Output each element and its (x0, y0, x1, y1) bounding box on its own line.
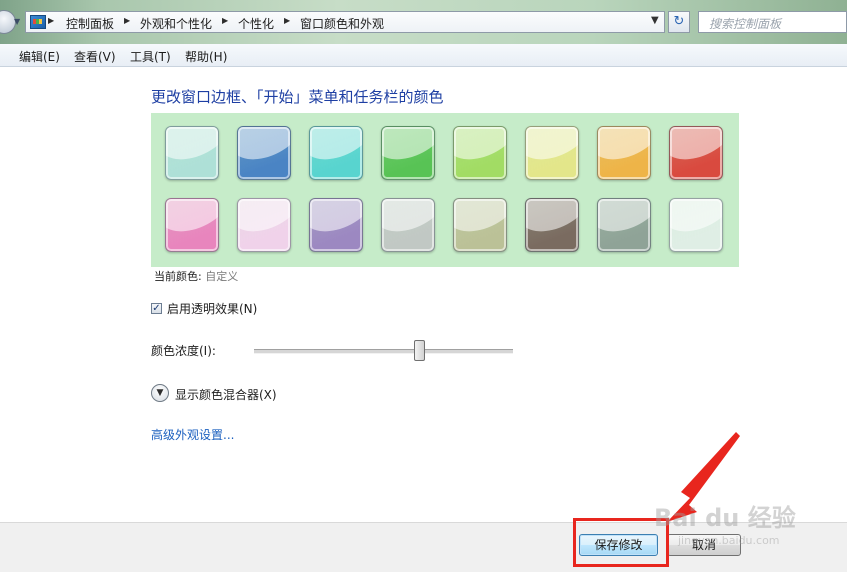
current-color-label: 当前颜色: (154, 270, 202, 283)
breadcrumb-arrow-icon[interactable]: ▶ (284, 16, 290, 25)
color-swatch[interactable] (165, 198, 219, 252)
intensity-label: 颜色浓度(I): (151, 344, 216, 358)
watermark-url: jingyan.baidu.com (678, 534, 780, 547)
current-color: 当前颜色: 自定义 (154, 268, 238, 284)
color-swatch[interactable] (597, 126, 651, 180)
color-palette (151, 113, 739, 267)
breadcrumb-appearance[interactable]: 外观和个性化 (140, 15, 212, 32)
color-swatch[interactable] (309, 198, 363, 252)
refresh-icon: ↻ (673, 14, 685, 29)
menu-tools[interactable]: 工具(T) (130, 48, 171, 65)
color-swatch[interactable] (165, 126, 219, 180)
breadcrumb-control-panel[interactable]: 控制面板 (66, 15, 114, 32)
address-bar[interactable]: ▶ 控制面板 ▶ 外观和个性化 ▶ 个性化 ▶ 窗口颜色和外观 ▼ (25, 11, 665, 33)
color-swatch[interactable] (525, 198, 579, 252)
search-input[interactable]: 搜索控制面板 (698, 11, 847, 33)
breadcrumb-arrow-icon[interactable]: ▶ (124, 16, 130, 25)
color-swatch[interactable] (381, 126, 435, 180)
color-mixer-label[interactable]: 显示颜色混合器(X) (175, 386, 277, 403)
expand-mixer-button[interactable]: ▼ (151, 384, 169, 402)
menu-help[interactable]: 帮助(H) (185, 48, 227, 65)
breadcrumb-personalization[interactable]: 个性化 (238, 15, 274, 32)
current-color-value: 自定义 (205, 270, 239, 283)
baidu-watermark: Bai du 经验 jingyan.baidu.com (648, 498, 808, 558)
menu-edit[interactable]: 编辑(E) (19, 48, 60, 65)
title-bar: ▼ ▶ 控制面板 ▶ 外观和个性化 ▶ 个性化 ▶ 窗口颜色和外观 ▼ ↻ 搜索… (0, 0, 847, 44)
control-panel-icon (30, 15, 46, 29)
color-swatch[interactable] (453, 198, 507, 252)
chevron-down-icon: ▼ (156, 388, 164, 398)
menu-view[interactable]: 查看(V) (74, 48, 116, 65)
color-swatch[interactable] (237, 198, 291, 252)
transparency-label[interactable]: 启用透明效果(N) (167, 300, 257, 317)
color-swatch[interactable] (237, 126, 291, 180)
intensity-slider-thumb[interactable] (414, 340, 426, 361)
color-swatch[interactable] (597, 198, 651, 252)
color-swatch[interactable] (309, 126, 363, 180)
color-swatch[interactable] (381, 198, 435, 252)
breadcrumb-window-color[interactable]: 窗口颜色和外观 (300, 15, 384, 32)
address-dropdown-icon[interactable]: ▼ (651, 15, 659, 26)
color-swatch[interactable] (525, 126, 579, 180)
watermark-logo-text: Bai du 经验 (654, 504, 796, 532)
search-placeholder: 搜索控制面板 (709, 17, 782, 31)
recent-pages-dropdown[interactable]: ▼ (14, 17, 20, 26)
intensity-slider-track[interactable] (254, 349, 513, 354)
color-swatch[interactable] (453, 126, 507, 180)
breadcrumb-arrow-icon[interactable]: ▶ (48, 16, 54, 25)
refresh-button[interactable]: ↻ (668, 11, 690, 33)
breadcrumb-arrow-icon[interactable]: ▶ (222, 16, 228, 25)
color-swatch[interactable] (669, 198, 723, 252)
transparency-checkbox[interactable]: ✓ (151, 303, 162, 314)
advanced-appearance-link[interactable]: 高级外观设置... (151, 426, 234, 443)
page-title: 更改窗口边框、「开始」菜单和任务栏的颜色 (151, 88, 444, 106)
menu-bar: 编辑(E) 查看(V) 工具(T) 帮助(H) (0, 44, 847, 67)
color-swatch[interactable] (669, 126, 723, 180)
